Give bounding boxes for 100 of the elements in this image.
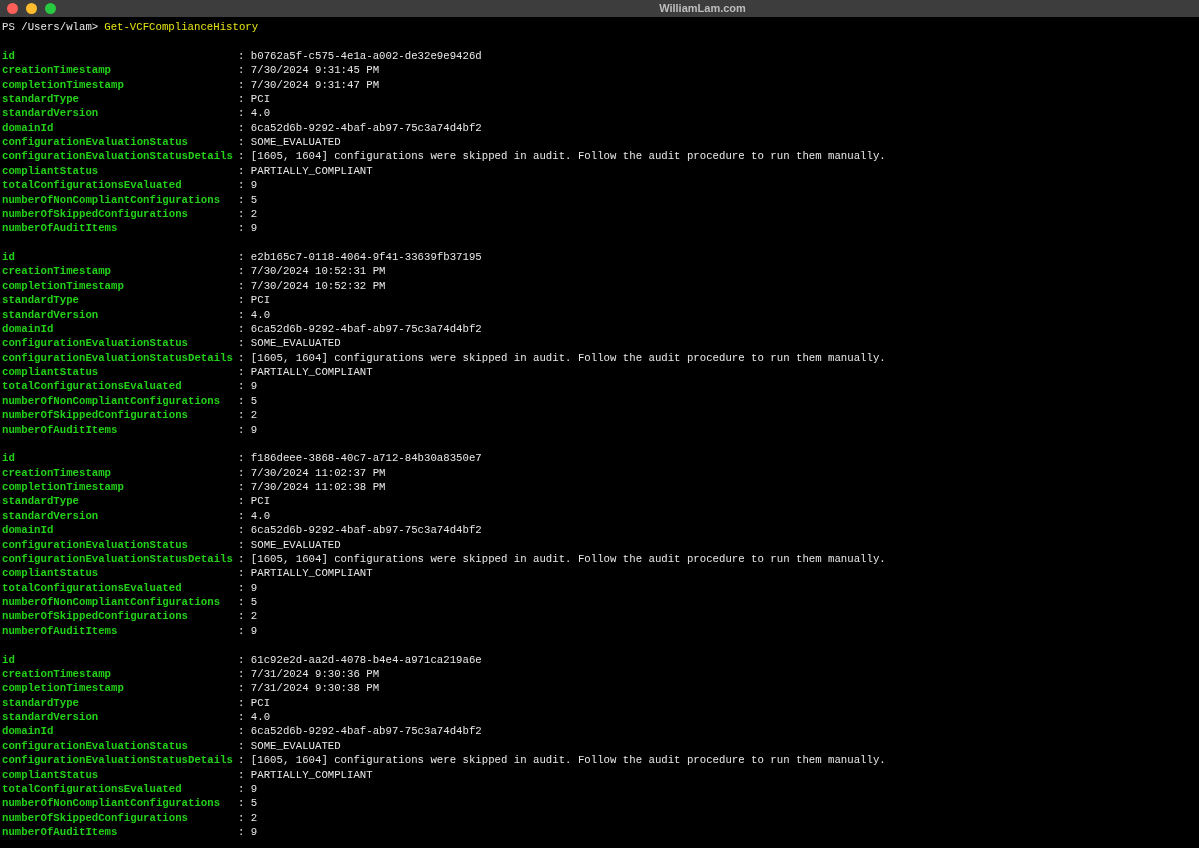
property-value: : 6ca52d6b-9292-4baf-ab97-75c3a74d4bf2 <box>238 523 482 538</box>
property-name: standardVersion <box>2 508 100 524</box>
property-name: numberOfAuditItems <box>2 221 119 236</box>
property-value: : 4.0 <box>238 106 271 121</box>
property-value: : SOME_EVALUATED <box>238 738 341 754</box>
property-name: compliantStatus <box>2 767 100 782</box>
property-name: standardVersion <box>2 106 100 121</box>
property-value: : 4.0 <box>238 508 271 524</box>
property-name: numberOfSkippedConfigurations <box>2 609 189 624</box>
property-value: : 5 <box>238 595 258 610</box>
property-name: standardType <box>2 695 80 710</box>
property-value: : 7/30/2024 10:52:32 PM <box>238 278 386 294</box>
property-name: configurationEvaluationStatus <box>2 537 189 552</box>
property-name: standardType <box>2 91 80 107</box>
property-name: configurationEvaluationStatusDetails <box>2 551 234 567</box>
property-value: : 2 <box>238 408 258 423</box>
property-name: creationTimestamp <box>2 264 113 279</box>
property-name: numberOfAuditItems <box>2 825 119 840</box>
property-name: totalConfigurationsEvaluated <box>2 178 183 193</box>
window-title: WilliamLam.com <box>659 3 746 14</box>
property-value: : 7/30/2024 9:31:47 PM <box>238 77 380 92</box>
property-name: numberOfNonCompliantConfigurations <box>2 595 222 610</box>
property-value: : [1605, 1604] configurations were skipped in audit. Follow the audit procedure to run them manually. <box>238 753 886 768</box>
property-value: : 4.0 <box>238 710 271 725</box>
property-value: : 9 <box>238 580 258 595</box>
property-name: numberOfSkippedConfigurations <box>2 408 189 423</box>
property-name: standardVersion <box>2 710 100 725</box>
property-value: : 9 <box>238 825 258 840</box>
property-name: standardVersion <box>2 307 100 322</box>
property-value: : 7/31/2024 9:30:36 PM <box>238 666 380 682</box>
property-name: completionTimestamp <box>2 77 125 92</box>
property-value: : PCI <box>238 494 271 509</box>
property-value: : [1605, 1604] configurations were skipped in audit. Follow the audit procedure to run them manually. <box>238 149 886 164</box>
property-name: configurationEvaluationStatus <box>2 135 189 150</box>
property-name: totalConfigurationsEvaluated <box>2 781 183 797</box>
property-value: : PCI <box>238 293 271 308</box>
property-name: creationTimestamp <box>2 666 113 682</box>
property-name: completionTimestamp <box>2 278 125 294</box>
property-name: id <box>2 250 16 265</box>
property-name: numberOfAuditItems <box>2 422 119 437</box>
property-name: compliantStatus <box>2 566 100 581</box>
property-name: id <box>2 48 16 64</box>
property-name: configurationEvaluationStatus <box>2 336 189 351</box>
zoom-button[interactable] <box>45 3 56 14</box>
property-value: : 9 <box>238 422 258 437</box>
property-value: : 7/30/2024 10:52:31 PM <box>238 264 386 279</box>
property-value: : 7/30/2024 11:02:38 PM <box>238 480 386 495</box>
property-value: : 2 <box>238 206 258 222</box>
property-name: configurationEvaluationStatusDetails <box>2 350 234 365</box>
property-value: : PCI <box>238 91 271 107</box>
property-value: : PARTIALLY_COMPLIANT <box>238 163 373 179</box>
property-value: : 6ca52d6b-9292-4baf-ab97-75c3a74d4bf2 <box>238 321 482 337</box>
property-name: numberOfSkippedConfigurations <box>2 206 189 222</box>
property-name: numberOfNonCompliantConfigurations <box>2 796 222 811</box>
property-value: : 7/31/2024 9:30:38 PM <box>238 681 380 696</box>
property-name: compliantStatus <box>2 365 100 380</box>
property-name: totalConfigurationsEvaluated <box>2 580 183 595</box>
property-value: : PARTIALLY_COMPLIANT <box>238 566 373 581</box>
property-name: completionTimestamp <box>2 681 125 696</box>
property-value: : 5 <box>238 192 258 207</box>
property-value: : e2b165c7-0118-4064-9f41-33639fb37195 <box>238 250 482 265</box>
property-value: : SOME_EVALUATED <box>238 537 341 552</box>
property-value: : 61c92e2d-aa2d-4078-b4e4-a971ca219a6e <box>238 652 482 667</box>
close-button[interactable] <box>7 3 18 14</box>
property-value: : 2 <box>238 609 258 624</box>
property-value: : 7/30/2024 11:02:37 PM <box>238 465 386 480</box>
property-name: id <box>2 652 16 667</box>
property-name: compliantStatus <box>2 163 100 179</box>
property-value: : [1605, 1604] configurations were skipped in audit. Follow the audit procedure to run them manually. <box>238 350 886 365</box>
property-value: : PARTIALLY_COMPLIANT <box>238 767 373 782</box>
property-value: : SOME_EVALUATED <box>238 336 341 351</box>
property-name: numberOfSkippedConfigurations <box>2 810 189 825</box>
property-value: : b0762a5f-c575-4e1a-a002-de32e9e9426d <box>238 48 482 64</box>
property-name: configurationEvaluationStatus <box>2 738 189 754</box>
property-name: domainId <box>2 724 55 739</box>
property-value: : PCI <box>238 695 271 710</box>
property-name: completionTimestamp <box>2 480 125 495</box>
property-value: : 5 <box>238 796 258 811</box>
minimize-button[interactable] <box>26 3 37 14</box>
property-value: : 9 <box>238 379 258 394</box>
property-value: : PARTIALLY_COMPLIANT <box>238 365 373 380</box>
prompt-path: PS /Users/wlam> <box>2 20 99 35</box>
command-text: Get-VCFComplianceHistory <box>104 20 259 35</box>
property-value: : [1605, 1604] configurations were skipped in audit. Follow the audit procedure to run them manually. <box>238 551 886 567</box>
property-value: : 9 <box>238 623 258 639</box>
property-name: id <box>2 451 16 466</box>
property-value: : 2 <box>238 810 258 825</box>
property-name: standardType <box>2 293 80 308</box>
property-name: numberOfNonCompliantConfigurations <box>2 393 222 409</box>
property-name: domainId <box>2 321 55 337</box>
property-name: configurationEvaluationStatusDetails <box>2 753 234 768</box>
property-value: : 9 <box>238 221 258 236</box>
property-name: standardType <box>2 494 80 509</box>
property-name: creationTimestamp <box>2 465 113 480</box>
property-value: : 7/30/2024 9:31:45 PM <box>238 63 380 78</box>
property-name: creationTimestamp <box>2 63 113 78</box>
property-value: : 5 <box>238 393 258 409</box>
property-value: : 9 <box>238 781 258 797</box>
property-value: : SOME_EVALUATED <box>238 135 341 150</box>
property-name: numberOfNonCompliantConfigurations <box>2 192 222 207</box>
